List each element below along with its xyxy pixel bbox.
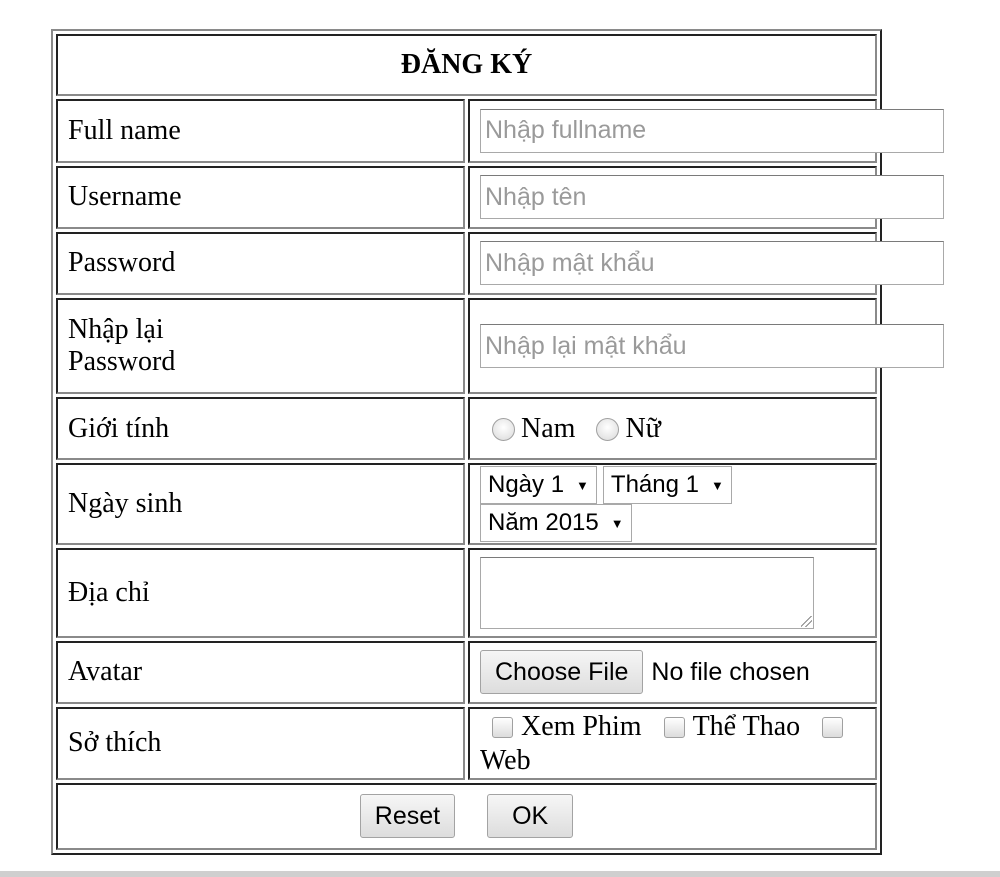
- day-select[interactable]: Ngày 1 ▼: [480, 466, 597, 505]
- year-select[interactable]: Năm 2015 ▼: [480, 504, 632, 543]
- gender-option-nu-label: Nữ: [625, 413, 661, 445]
- password-label: Password: [56, 231, 465, 296]
- reset-button[interactable]: Reset: [359, 794, 456, 839]
- dropdown-arrow-icon: ▼: [610, 515, 624, 531]
- hobbies-label: Sở thích: [56, 706, 465, 780]
- username-cell: [468, 165, 944, 229]
- fullname-input[interactable]: [480, 108, 944, 153]
- hobby-label-xem-phim: Xem Phim: [521, 711, 642, 743]
- username-label: Username: [56, 165, 465, 229]
- confirm-password-input[interactable]: [480, 324, 944, 368]
- hobby-checkbox-the-thao[interactable]: [663, 716, 685, 738]
- year-select-value: Năm 2015: [488, 509, 599, 537]
- password-input[interactable]: [480, 241, 944, 286]
- form-title: ĐĂNG KÝ: [56, 34, 877, 97]
- hobby-label-web: Web: [480, 744, 531, 776]
- day-select-value: Ngày 1: [488, 471, 565, 499]
- month-select-value: Tháng 1: [610, 471, 699, 499]
- actions-cell: Reset OK: [56, 782, 877, 850]
- fullname-cell: [468, 99, 944, 163]
- registration-form: ĐĂNG KÝ Full name Username Password Nhập…: [51, 29, 944, 855]
- avatar-label: Avatar: [56, 640, 465, 704]
- resize-grip-icon[interactable]: [801, 615, 812, 627]
- hobbies-cell: Xem Phim Thể Thao Web: [468, 706, 877, 780]
- address-textarea[interactable]: [480, 556, 814, 629]
- file-status-text: No file chosen: [651, 657, 810, 686]
- fullname-label: Full name: [56, 99, 465, 163]
- confirm-password-label-line2: Password: [68, 346, 176, 377]
- ok-button[interactable]: OK: [487, 794, 574, 839]
- confirm-password-label: Nhập lại Password: [56, 298, 465, 394]
- birthday-cell: Ngày 1 ▼ Tháng 1 ▼ Năm 2015 ▼: [468, 463, 877, 545]
- password-cell: [468, 231, 944, 296]
- hobby-checkbox-web[interactable]: [822, 716, 844, 738]
- gender-radio-nam[interactable]: [492, 417, 515, 441]
- dropdown-arrow-icon: ▼: [711, 477, 724, 493]
- gender-radio-nu[interactable]: [596, 417, 620, 441]
- hobby-checkbox-xem-phim[interactable]: [492, 716, 513, 738]
- avatar-cell: Choose File No file chosen: [468, 640, 877, 704]
- month-select[interactable]: Tháng 1 ▼: [602, 466, 732, 505]
- gender-option-nam-label: Nam: [521, 413, 576, 445]
- birthday-label: Ngày sinh: [56, 463, 465, 545]
- confirm-password-label-line1: Nhập lại: [68, 314, 164, 345]
- gender-cell: Nam Nữ: [468, 396, 877, 461]
- gender-label: Giới tính: [56, 396, 465, 461]
- username-input[interactable]: [480, 175, 944, 220]
- choose-file-button[interactable]: Choose File: [480, 650, 644, 695]
- window-bottom-edge: [0, 871, 1000, 877]
- address-label: Địa chỉ: [56, 547, 465, 638]
- address-cell: [468, 547, 877, 638]
- dropdown-arrow-icon: ▼: [576, 477, 589, 493]
- confirm-password-cell: [468, 298, 944, 394]
- hobby-label-the-thao: Thể Thao: [692, 711, 801, 743]
